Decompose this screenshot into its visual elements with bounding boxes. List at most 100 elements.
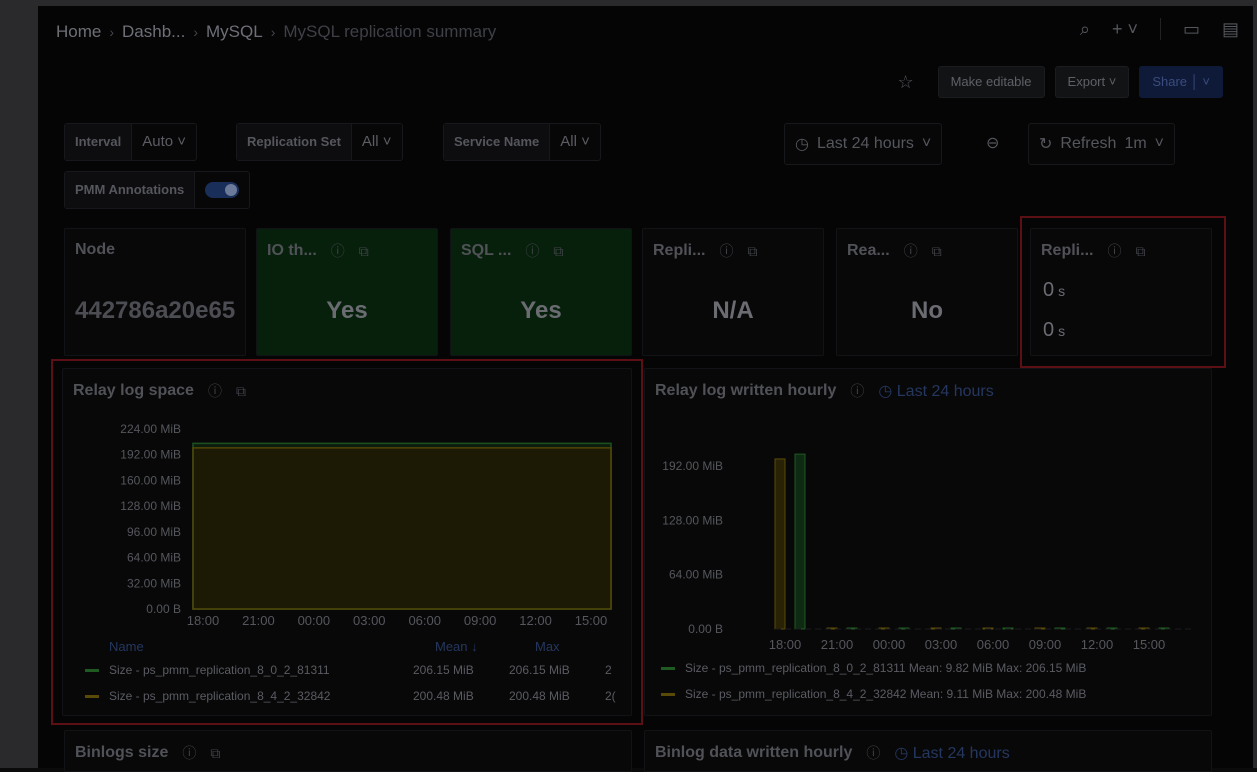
export-button[interactable]: Export ˅	[1054, 66, 1130, 98]
keyboard-icon[interactable]: ▤	[1222, 19, 1239, 40]
info-icon[interactable]: ⓘ	[525, 241, 539, 261]
variable-interval-value[interactable]: Auto ˅	[132, 124, 196, 160]
panel-title: IO th... ⓘ ⧉	[267, 241, 369, 261]
legend-swatch	[661, 692, 675, 696]
legend-row[interactable]: Size - ps_pmm_replication_8_0_2_81311 Me…	[661, 661, 1086, 675]
refresh-picker[interactable]: ↻ Refresh 1m ˅	[1028, 123, 1176, 165]
variable-service-name-value[interactable]: All ˅	[550, 124, 600, 160]
replication-error-value: N/A	[712, 297, 754, 324]
panel-title: Repli... ⓘ ⧉	[653, 241, 757, 261]
refresh-label: Refresh	[1060, 135, 1117, 152]
panel-binlog-written-hourly: Binlog data written hourly ⓘ ◷ Last 24 h…	[644, 730, 1212, 772]
time-override-text: Last 24 hours	[896, 383, 994, 400]
window-edge-right	[1253, 0, 1257, 768]
x-tick-label: 09:00	[1029, 637, 1062, 652]
refresh-icon: ↻	[1039, 136, 1053, 153]
y-tick-label: 128.00 MiB	[662, 513, 723, 527]
panel-title: Relay log written hourly ⓘ ◷ Last 24 hou…	[655, 381, 994, 401]
share-label: Share	[1152, 74, 1188, 89]
legend-text: Size - ps_pmm_replication_8_4_2_32842 Me…	[685, 687, 1087, 701]
external-link-icon[interactable]: ⧉	[210, 745, 220, 762]
variable-interval[interactable]: Interval Auto ˅	[64, 123, 198, 161]
legend-text: Size - ps_pmm_replication_8_0_2_81311 Me…	[685, 661, 1087, 675]
panel-relay-log-written-hourly: Relay log written hourly ⓘ ◷ Last 24 hou…	[644, 368, 1212, 716]
variable-replication-set[interactable]: Replication Set All ˅	[236, 123, 403, 161]
panel-title: SQL ... ⓘ ⧉	[461, 241, 563, 261]
stat-panel-read-only: Rea... ⓘ ⧉ No	[836, 228, 1018, 356]
y-tick-label: 64.00 MiB	[669, 568, 723, 582]
time-range-picker[interactable]: ◷ Last 24 hours ˅	[784, 123, 943, 165]
binlog-written-title: Binlog data written hourly	[655, 744, 853, 761]
panel-title: Binlog data written hourly ⓘ ◷ Last 24 h…	[655, 743, 1010, 763]
node-title: Node	[75, 241, 115, 258]
star-icon[interactable]: ☆	[897, 72, 913, 93]
chevron-right-icon: ›	[109, 24, 115, 40]
replication-set-value-text: All	[361, 133, 379, 150]
x-tick-label: 03:00	[925, 637, 958, 652]
info-icon[interactable]: ⓘ	[904, 241, 918, 261]
io-thread-value: Yes	[326, 297, 368, 324]
variable-replication-set-value[interactable]: All ˅	[352, 124, 402, 160]
external-link-icon[interactable]: ⧉	[553, 243, 563, 260]
replication-error-title: Repli...	[653, 242, 706, 259]
breadcrumb-home[interactable]: Home	[56, 22, 101, 42]
monitor-icon[interactable]: ▭	[1183, 19, 1200, 40]
bar-2	[774, 458, 786, 630]
external-link-icon[interactable]: ⧉	[747, 243, 757, 260]
time-range-label: Last 24 hours	[816, 135, 914, 152]
top-actions: ⌕ + ˅ ▭ ▤	[1080, 18, 1239, 40]
x-tick-label: 12:00	[1081, 637, 1114, 652]
x-tick-label: 21:00	[821, 637, 854, 652]
variable-service-name-label: Service Name	[444, 124, 551, 160]
interval-value-text: Auto	[142, 133, 174, 150]
sql-thread-value: Yes	[520, 297, 562, 324]
time-override-link[interactable]: ◷ Last 24 hours	[894, 743, 1009, 763]
breadcrumb-dashboards[interactable]: Dashb...	[122, 22, 185, 42]
breadcrumb-mysql[interactable]: MySQL	[206, 22, 263, 42]
info-icon[interactable]: ⓘ	[866, 743, 880, 763]
binlogs-size-title: Binlogs size	[75, 744, 169, 761]
pmm-annotations-toggle[interactable]	[205, 182, 240, 198]
stat-panel-replication-error: Repli... ⓘ ⧉ N/A	[642, 228, 824, 356]
search-icon[interactable]: ⌕	[1080, 19, 1090, 40]
add-icon[interactable]: + ˅	[1112, 19, 1138, 40]
external-link-icon[interactable]: ⧉	[359, 243, 369, 260]
chevron-right-icon: ›	[193, 24, 199, 40]
external-link-icon[interactable]: ⧉	[932, 243, 942, 260]
zoom-out-button[interactable]: ⊖	[986, 123, 999, 163]
panel-binlogs-size: Binlogs size ⓘ ⧉	[64, 730, 632, 772]
chevron-down-icon: ˅	[1154, 135, 1165, 152]
variable-pmm-annotations[interactable]: PMM Annotations	[64, 171, 251, 209]
info-icon[interactable]: ⓘ	[182, 743, 196, 763]
breadcrumb-current: MySQL replication summary	[283, 22, 497, 41]
stat-panel-node: Node 442786a20e65	[64, 228, 246, 356]
variable-service-name[interactable]: Service Name All ˅	[443, 123, 601, 161]
export-label: Export	[1067, 74, 1106, 89]
info-icon[interactable]: ⓘ	[850, 381, 864, 401]
x-tick-label: 00:00	[873, 637, 906, 652]
node-value: 442786a20e65	[75, 297, 236, 324]
time-override-link[interactable]: ◷ Last 24 hours	[878, 381, 993, 401]
clock-icon: ◷	[795, 136, 809, 153]
read-only-title: Rea...	[847, 242, 890, 259]
dashboard-actions: ☆ Make editable Export ˅ Share │ ˅	[897, 66, 1223, 98]
breadcrumb: Home › Dashb... › MySQL › MySQL replicat…	[56, 22, 496, 42]
divider	[1159, 18, 1161, 40]
stat-panel-io-thread: IO th... ⓘ ⧉ Yes	[256, 228, 438, 356]
bar-1	[794, 453, 806, 630]
info-icon[interactable]: ⓘ	[719, 241, 733, 261]
x-tick-label: 06:00	[977, 637, 1010, 652]
io-thread-title: IO th...	[267, 242, 317, 259]
panel-title: Binlogs size ⓘ ⧉	[75, 743, 220, 763]
legend-row[interactable]: Size - ps_pmm_replication_8_4_2_32842 Me…	[661, 687, 1086, 701]
variable-interval-label: Interval	[65, 124, 133, 160]
window-edge-left	[0, 0, 38, 768]
share-button[interactable]: Share │ ˅	[1139, 66, 1223, 98]
chevron-right-icon: ›	[270, 24, 276, 40]
info-icon[interactable]: ⓘ	[331, 241, 345, 261]
dashboard-app: Home › Dashb... › MySQL › MySQL replicat…	[38, 6, 1253, 772]
x-tick-label: 18:00	[769, 637, 802, 652]
make-editable-button[interactable]: Make editable	[937, 66, 1045, 98]
refresh-interval: 1m	[1124, 135, 1147, 152]
zoom-out-icon: ⊖	[986, 135, 1000, 152]
